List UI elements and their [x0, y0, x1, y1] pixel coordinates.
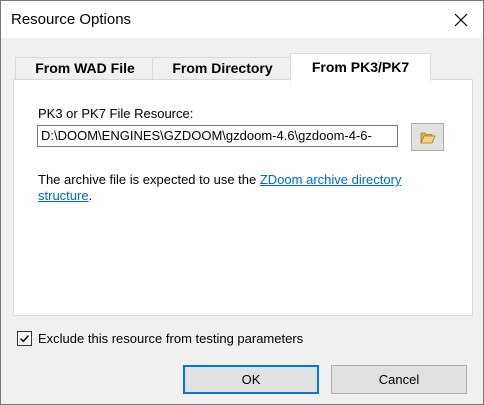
file-resource-label: PK3 or PK7 File Resource: — [38, 106, 194, 121]
info-text-prefix: The archive file is expected to use the — [38, 172, 260, 187]
tab-panel-pk3: PK3 or PK7 File Resource: D:\DOOM\ENGINE… — [13, 79, 473, 316]
tab-from-pk3-pk7[interactable]: From PK3/PK7 — [290, 53, 431, 81]
tab-label: From Directory — [172, 60, 273, 76]
close-button[interactable] — [439, 1, 483, 38]
close-icon — [454, 13, 468, 26]
ok-button[interactable]: OK — [183, 365, 319, 394]
info-text-suffix: . — [88, 188, 93, 203]
file-path-input[interactable]: D:\DOOM\ENGINES\GZDOOM\gzdoom-4.6\gzdoom… — [37, 125, 398, 147]
resource-options-dialog: Resource Options From WAD File From Dire… — [0, 0, 484, 405]
tab-label: From WAD File — [35, 60, 135, 76]
exclude-option-row[interactable]: Exclude this resource from testing param… — [17, 331, 303, 346]
tab-from-directory[interactable]: From Directory — [152, 57, 293, 79]
title-bar: Resource Options — [1, 1, 483, 38]
tab-label: From PK3/PK7 — [311, 59, 410, 75]
cancel-button[interactable]: Cancel — [331, 365, 467, 394]
exclude-label[interactable]: Exclude this resource from testing param… — [38, 331, 303, 346]
browse-button[interactable] — [411, 123, 444, 151]
tab-from-wad-file[interactable]: From WAD File — [15, 57, 155, 79]
window-title: Resource Options — [11, 11, 132, 28]
checkmark-icon — [20, 335, 30, 343]
info-text: The archive file is expected to use the … — [38, 172, 453, 204]
folder-open-icon — [419, 132, 436, 143]
exclude-checkbox[interactable] — [17, 331, 32, 346]
